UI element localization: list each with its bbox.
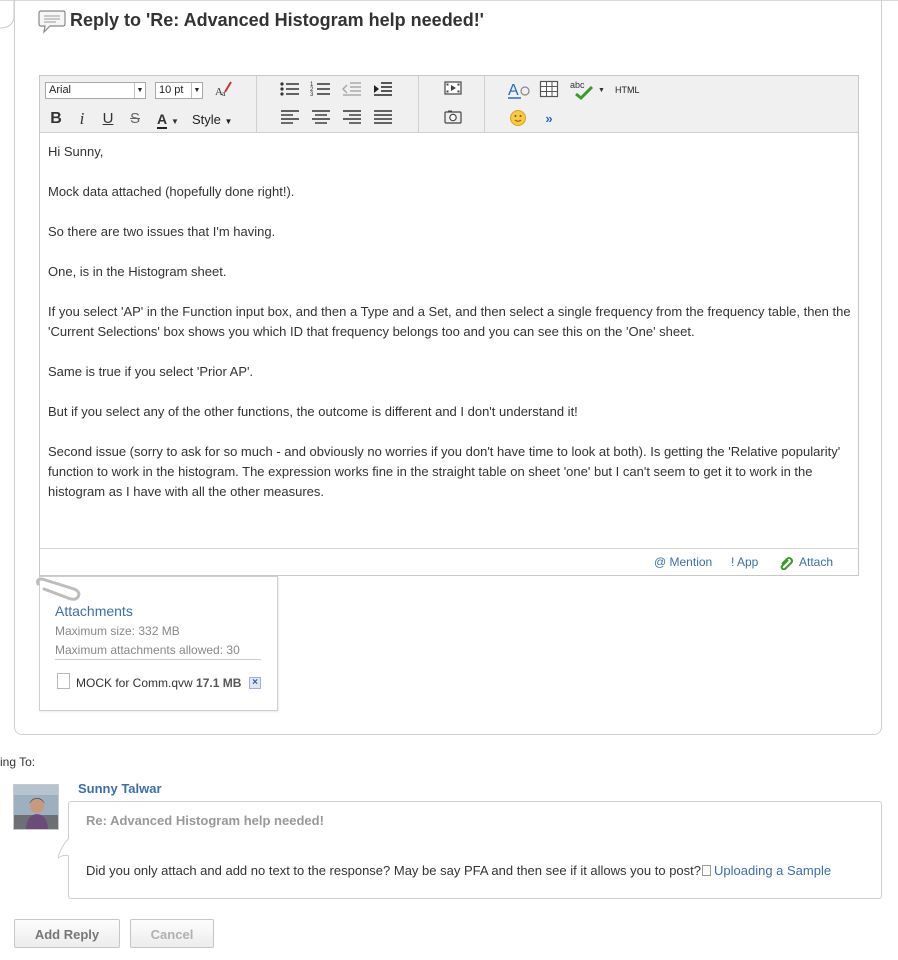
reply-title: Reply to 'Re: Advanced Histogram help ne… bbox=[70, 10, 484, 30]
video-icon[interactable] bbox=[442, 80, 464, 100]
html-source-button[interactable]: HTML bbox=[615, 85, 640, 95]
toolbar-separator bbox=[418, 76, 419, 133]
underline-icon[interactable]: U bbox=[97, 109, 119, 129]
comment-icon bbox=[38, 10, 66, 34]
mention-link[interactable]: @ Mention bbox=[654, 555, 712, 569]
paragraph: So there are two issues that I'm having. bbox=[48, 224, 276, 239]
file-size: 17.1 MB bbox=[196, 676, 242, 690]
file-icon bbox=[57, 673, 70, 689]
paragraph: Second issue (sorry to ask for so much -… bbox=[48, 444, 841, 499]
align-left-icon[interactable] bbox=[279, 109, 301, 129]
italic-icon[interactable]: i bbox=[71, 109, 93, 129]
avatar[interactable] bbox=[13, 784, 59, 830]
image-icon[interactable] bbox=[442, 109, 464, 129]
replying-to-label: ing To: bbox=[0, 755, 36, 769]
paragraph: Mock data attached (hopefully done right… bbox=[48, 184, 295, 199]
uploading-sample-link[interactable]: Uploading a Sample bbox=[714, 863, 831, 878]
clear-formatting-icon[interactable]: Aa bbox=[212, 80, 234, 100]
bubble-notch bbox=[58, 838, 70, 859]
paragraph: Hi Sunny, bbox=[48, 144, 104, 159]
remove-attachment-icon[interactable]: × bbox=[249, 677, 261, 689]
svg-text:A: A bbox=[508, 82, 519, 99]
quoted-post-text: Did you only attach and add no text to t… bbox=[86, 863, 831, 878]
spellcheck-button[interactable]: abc ▼ bbox=[568, 80, 608, 102]
chevron-down-icon: ▼ bbox=[134, 83, 145, 98]
document-icon bbox=[702, 865, 711, 876]
bold-icon[interactable]: B bbox=[45, 109, 67, 129]
chevron-down-icon: ▼ bbox=[224, 117, 233, 126]
align-justify-icon[interactable] bbox=[372, 109, 394, 129]
indent-icon[interactable] bbox=[372, 80, 394, 100]
quoted-body: Did you only attach and add no text to t… bbox=[86, 863, 701, 878]
numbered-list-icon[interactable]: 123 bbox=[310, 80, 332, 100]
font-family-value: Arial bbox=[49, 84, 72, 96]
attachment-file: MOCK for Comm.qvw 17.1 MB bbox=[76, 676, 241, 690]
chevron-down-icon: ▼ bbox=[598, 87, 605, 94]
paragraph: Same is true if you select 'Prior AP'. bbox=[48, 364, 254, 379]
max-count-text: Maximum attachments allowed: 30 bbox=[55, 643, 240, 657]
app-link[interactable]: ! App bbox=[731, 555, 758, 569]
bubble-notch bbox=[0, 0, 15, 29]
align-center-icon[interactable] bbox=[310, 109, 332, 129]
chevron-down-icon: ▼ bbox=[191, 83, 202, 98]
font-style-icon[interactable]: A bbox=[507, 80, 530, 100]
strikethrough-icon[interactable]: S bbox=[124, 109, 146, 129]
font-size-select[interactable]: 10 pt ▼ bbox=[155, 82, 203, 99]
cancel-button[interactable]: Cancel bbox=[130, 919, 214, 948]
editor-toolbar: Arial ▼ 10 pt ▼ Aa B i U S A ▼ Style ▼ 1… bbox=[40, 76, 858, 133]
toolbar-separator bbox=[256, 76, 257, 133]
author-name[interactable]: Sunny Talwar bbox=[78, 781, 162, 796]
paragraph: One, is in the Histogram sheet. bbox=[48, 264, 227, 279]
font-size-value: 10 pt bbox=[159, 84, 184, 96]
svg-text:3: 3 bbox=[310, 92, 314, 98]
attach-link[interactable]: Attach bbox=[799, 555, 833, 569]
quoted-post-title: Re: Advanced Histogram help needed! bbox=[86, 813, 324, 828]
bulleted-list-icon[interactable] bbox=[279, 80, 301, 100]
style-label: Style bbox=[192, 112, 221, 127]
paragraph: But if you select any of the other funct… bbox=[48, 404, 578, 419]
editor-footer: @ Mention ! App Attach bbox=[40, 548, 858, 575]
rich-text-editor: Arial ▼ 10 pt ▼ Aa B i U S A ▼ Style ▼ 1… bbox=[39, 75, 859, 576]
outdent-icon[interactable] bbox=[341, 80, 363, 100]
attachments-title[interactable]: Attachments bbox=[55, 603, 133, 619]
quoted-post: Re: Advanced Histogram help needed! Did … bbox=[68, 801, 882, 899]
toolbar-separator bbox=[484, 76, 485, 133]
paperclip-icon bbox=[36, 577, 81, 601]
attachments-divider bbox=[55, 659, 261, 660]
file-name: MOCK for Comm.qvw bbox=[76, 676, 193, 690]
style-dropdown[interactable]: Style ▼ bbox=[192, 112, 232, 127]
checkmark-icon bbox=[575, 86, 594, 100]
table-icon[interactable] bbox=[538, 80, 560, 100]
paperclip-icon bbox=[780, 557, 793, 570]
text-color-icon[interactable]: A ▼ bbox=[152, 109, 184, 129]
font-family-select[interactable]: Arial ▼ bbox=[45, 82, 146, 99]
paragraph: If you select 'AP' in the Function input… bbox=[48, 304, 851, 339]
align-right-icon[interactable] bbox=[341, 109, 363, 129]
add-reply-button[interactable]: Add Reply bbox=[14, 919, 120, 948]
more-options-icon[interactable]: » bbox=[538, 109, 560, 129]
editor-content[interactable]: Hi Sunny, Mock data attached (hopefully … bbox=[48, 142, 853, 522]
max-size-text: Maximum size: 332 MB bbox=[55, 624, 180, 638]
emoji-icon[interactable] bbox=[507, 109, 529, 129]
